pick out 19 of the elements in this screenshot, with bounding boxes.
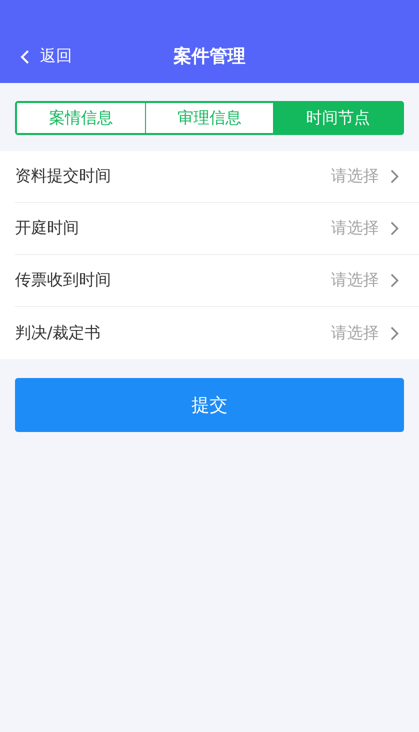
tab[interactable]: 时间节点	[273, 103, 402, 133]
tab[interactable]: 案情信息	[17, 103, 145, 133]
field-label: 开庭时间	[15, 218, 79, 239]
tab[interactable]: 审理信息	[144, 103, 274, 133]
select-field[interactable]: 请选择	[331, 270, 399, 291]
chevron-right-icon	[390, 273, 399, 288]
select-field[interactable]: 请选择	[331, 218, 399, 239]
back-icon	[20, 48, 30, 64]
select-field[interactable]: 请选择	[331, 166, 399, 187]
chevron-right-icon	[390, 326, 399, 340]
page-title: 案件管理	[174, 45, 246, 69]
submit-button[interactable]: 提交	[15, 378, 404, 432]
field-label: 判决/裁定书	[15, 322, 100, 344]
field-label: 资料提交时间	[15, 166, 111, 187]
back-button[interactable]: 返回	[0, 46, 72, 67]
select-field[interactable]: 请选择	[331, 322, 399, 344]
chevron-right-icon	[390, 221, 399, 236]
chevron-right-icon	[390, 169, 399, 184]
field-label: 传票收到时间	[15, 270, 111, 291]
